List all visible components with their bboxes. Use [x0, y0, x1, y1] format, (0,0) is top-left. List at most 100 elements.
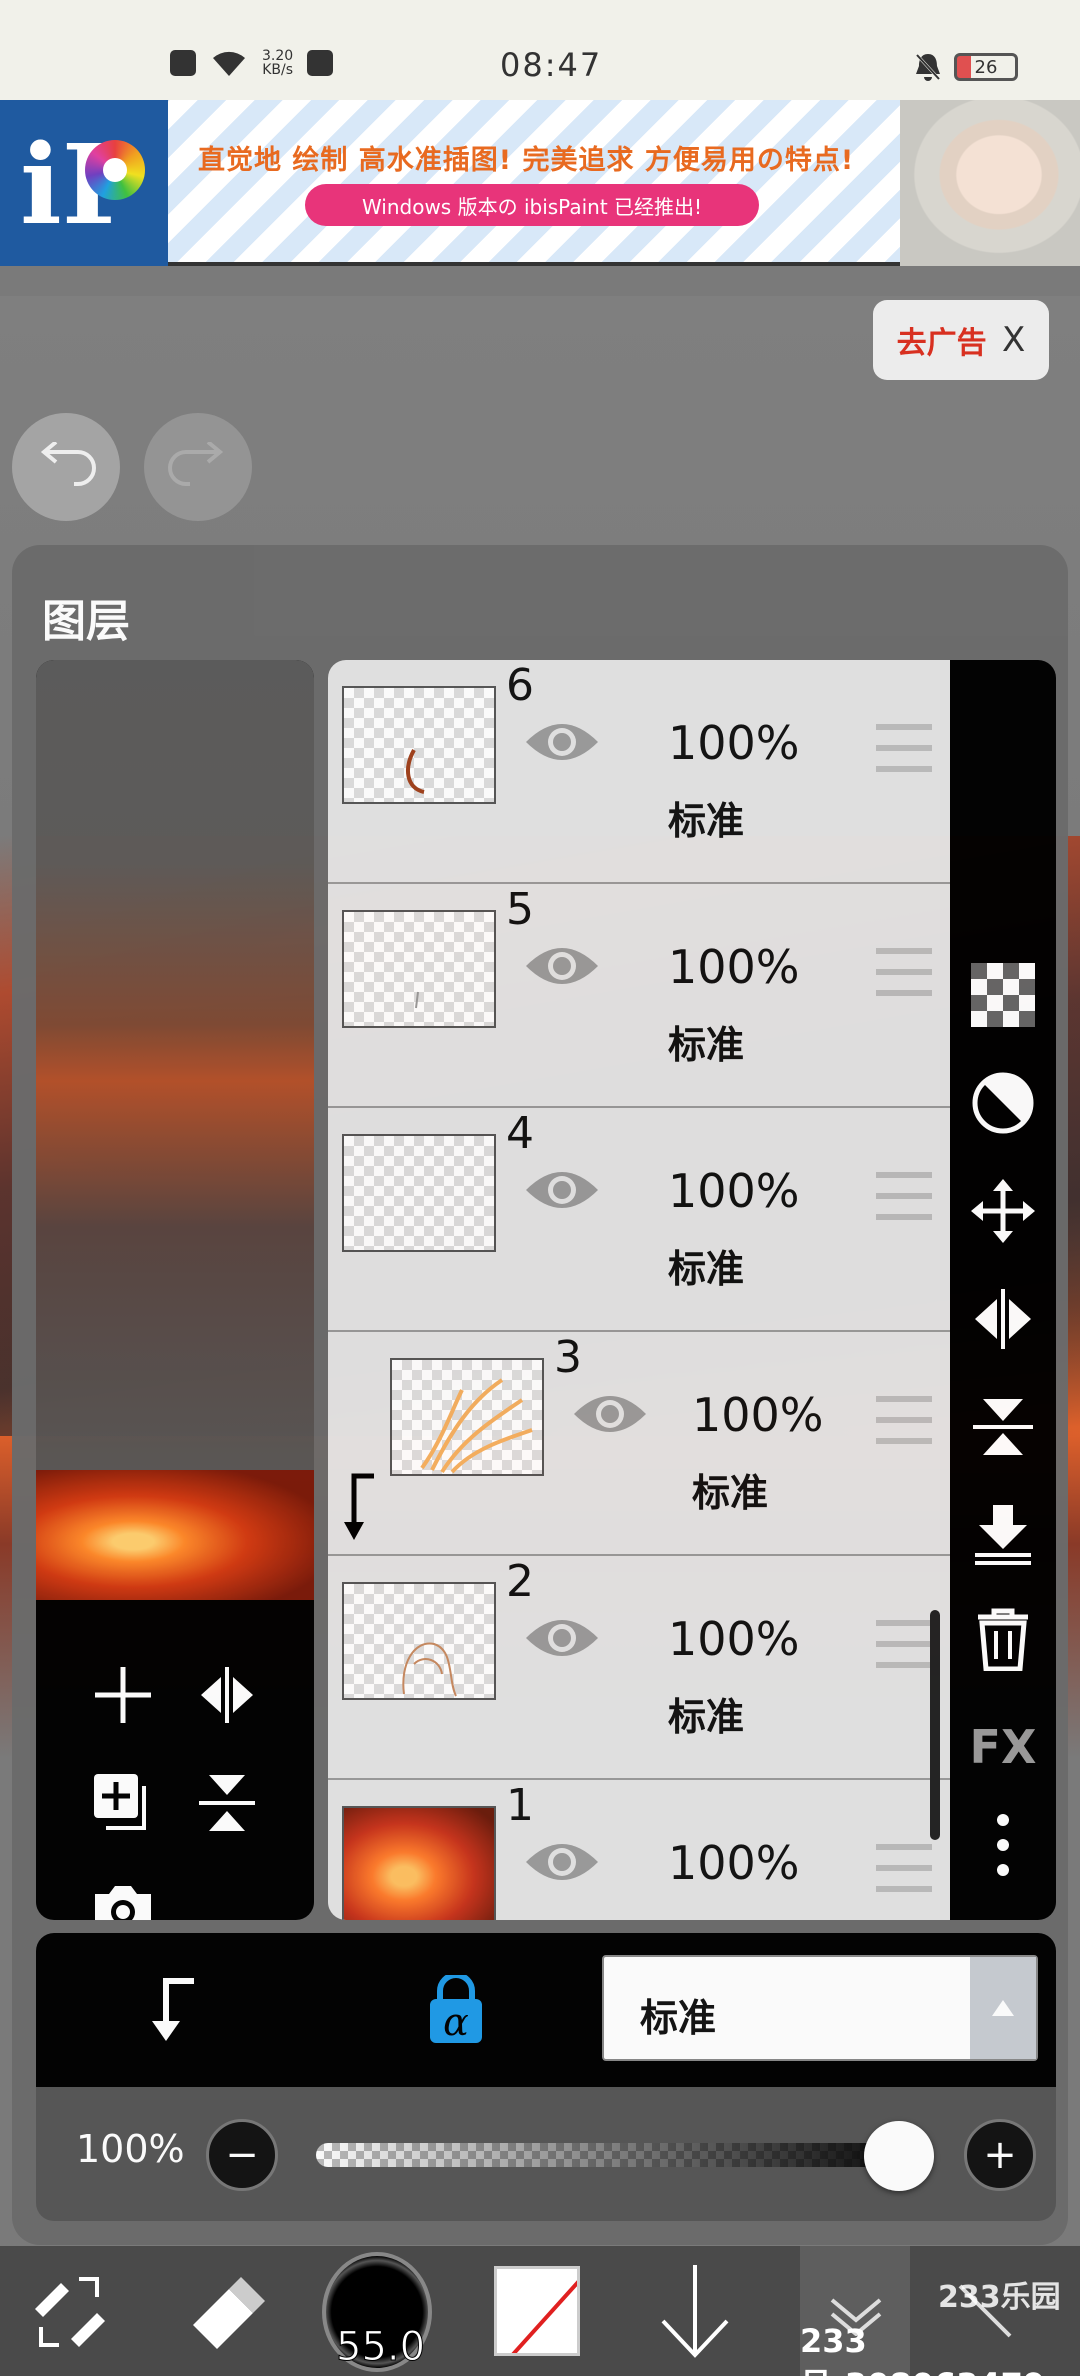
eye-icon[interactable] — [522, 1608, 602, 1668]
merge-down-button[interactable] — [968, 1500, 1038, 1570]
layer-number: 1 — [506, 1780, 534, 1831]
ad-banner[interactable]: iP 直觉地 绘制 高水准插图! 完美追求 方便易用の特点! Windows 版… — [0, 100, 1080, 266]
layer-row[interactable]: 4 100% 标准 — [328, 1108, 950, 1332]
layer-row[interactable]: 2 100% 标准 — [328, 1556, 950, 1780]
drag-handle-icon[interactable] — [876, 724, 932, 772]
layer-thumbnail[interactable] — [342, 1134, 496, 1252]
opacity-bar: 100% − + — [36, 2087, 1056, 2221]
layer-row[interactable]: 1 100% — [328, 1780, 950, 1920]
layer-number: 2 — [506, 1556, 534, 1607]
layer-thumbnail[interactable] — [342, 1806, 496, 1920]
brush-switch-icon — [35, 2277, 105, 2347]
camera-button[interactable] — [88, 1874, 158, 1920]
layer-thumbnail[interactable] — [390, 1358, 544, 1476]
flip-layer-horizontal-button[interactable] — [968, 1284, 1038, 1354]
redo-button[interactable] — [144, 413, 252, 521]
delete-layer-button[interactable] — [968, 1604, 1038, 1674]
drag-handle-icon[interactable] — [876, 948, 932, 996]
opacity-slider-knob[interactable] — [864, 2121, 934, 2191]
flip-vertical-icon — [199, 1775, 255, 1831]
ibispaint-logo: iP — [0, 100, 168, 266]
more-vertical-icon — [997, 1814, 1009, 1876]
alpha-lock-button[interactable]: α — [426, 1972, 486, 2045]
layer-thumbnail[interactable] — [342, 1582, 496, 1700]
layer-content-sketch — [420, 1378, 533, 1474]
redo-icon — [168, 442, 224, 486]
flip-horizontal-icon — [201, 1667, 253, 1723]
color-picker-button[interactable] — [494, 2266, 580, 2356]
layer-blend-mode: 标准 — [692, 1471, 769, 1515]
status-bar: 3.20 KB/s 08:47 26 — [0, 0, 1080, 100]
ad-illustration — [900, 100, 1080, 266]
layer-row[interactable]: 3 100% 标准 — [328, 1332, 950, 1556]
trash-icon — [978, 1608, 1028, 1671]
layer-row[interactable]: 6 100% 标准 — [328, 660, 950, 884]
move-layer-button[interactable] — [968, 1176, 1038, 1246]
eye-icon[interactable] — [522, 1160, 602, 1220]
tool-selection-button[interactable] — [14, 2256, 124, 2366]
blend-mode-select[interactable]: 标准 — [602, 1955, 1038, 2061]
layer-opacity: 100% — [668, 1836, 800, 1890]
layer-thumbnail[interactable] — [342, 910, 496, 1028]
layer-blend-mode: 标准 — [668, 1695, 745, 1739]
more-options-button[interactable] — [968, 1810, 1038, 1880]
remove-ad-button[interactable]: 去广告 X — [873, 300, 1049, 380]
canvas-preview-thumbnail[interactable] — [36, 1470, 314, 1600]
eye-icon[interactable] — [522, 712, 602, 772]
add-layer-button[interactable] — [88, 1660, 158, 1730]
camera-icon — [95, 1886, 151, 1920]
layer-opacity: 100% — [668, 716, 800, 770]
eye-icon[interactable] — [570, 1384, 650, 1444]
blend-mode-value: 标准 — [640, 1996, 717, 2040]
undo-button[interactable] — [12, 413, 120, 521]
status-right-icons: 26 — [914, 52, 1018, 82]
fx-button[interactable]: FX — [968, 1712, 1038, 1782]
layer-number: 6 — [506, 660, 534, 711]
layer-row[interactable]: 5 100% 标准 — [328, 884, 950, 1108]
opacity-decrease-button[interactable]: − — [206, 2119, 278, 2191]
opacity-increase-button[interactable]: + — [964, 2119, 1036, 2191]
flip-vertical-icon — [973, 1399, 1033, 1455]
remove-ad-label: 去广告 — [896, 326, 987, 361]
layer-opacity: 100% — [668, 1164, 800, 1218]
eraser-button[interactable] — [170, 2256, 280, 2366]
clipping-toggle-button[interactable] — [136, 1977, 198, 2047]
layer-list-scrollbar[interactable] — [930, 1610, 940, 1840]
mute-bell-icon — [915, 53, 941, 81]
ad-subtitle: Windows 版本の ibisPaint 已经推出! — [305, 184, 759, 226]
move-down-button[interactable] — [640, 2256, 750, 2366]
undo-icon — [40, 442, 96, 486]
watermark-id: 233号:308063479 — [800, 2322, 1045, 2376]
drag-handle-icon[interactable] — [876, 1396, 932, 1444]
fill-layer-button[interactable] — [968, 1068, 1038, 1138]
eraser-icon — [193, 2277, 265, 2349]
eye-icon[interactable] — [522, 1832, 602, 1892]
battery-indicator: 26 — [954, 53, 1018, 81]
drag-handle-icon[interactable] — [876, 1172, 932, 1220]
notification-icon — [170, 50, 196, 76]
blend-mode-bar: α 标准 — [36, 1933, 1056, 2087]
drag-handle-icon[interactable] — [876, 1620, 932, 1668]
drag-handle-icon[interactable] — [876, 1844, 932, 1892]
flip-layer-vertical-button[interactable] — [968, 1392, 1038, 1462]
layer-number: 4 — [506, 1108, 534, 1159]
layer-list[interactable]: 6 100% 标准 5 100% 标准 4 100% 标准 3 100% 标准 … — [328, 660, 950, 1920]
clock: 08:47 — [500, 46, 603, 84]
plus-icon — [95, 1667, 151, 1723]
layer-side-toolbar: FX — [950, 660, 1056, 1920]
duplicate-layer-button[interactable] — [88, 1768, 158, 1838]
flip-vertical-button[interactable] — [192, 1768, 262, 1838]
layer-thumbnail[interactable] — [342, 686, 496, 804]
transparency-button[interactable] — [968, 960, 1038, 1030]
opacity-slider-track[interactable] — [316, 2143, 916, 2167]
alpha-lock-icon: α — [430, 1972, 482, 2044]
close-icon[interactable]: X — [1002, 320, 1025, 360]
half-circle-icon — [972, 1072, 1034, 1134]
eye-icon[interactable] — [522, 936, 602, 996]
layer-content-sketch — [406, 749, 425, 794]
brush-size-value: 55.0 — [335, 2324, 426, 2371]
layer-opacity: 100% — [692, 1388, 824, 1442]
net-speed: 3.20 KB/s — [262, 48, 294, 78]
layer-opacity: 100% — [668, 1612, 800, 1666]
flip-horizontal-button[interactable] — [192, 1660, 262, 1730]
